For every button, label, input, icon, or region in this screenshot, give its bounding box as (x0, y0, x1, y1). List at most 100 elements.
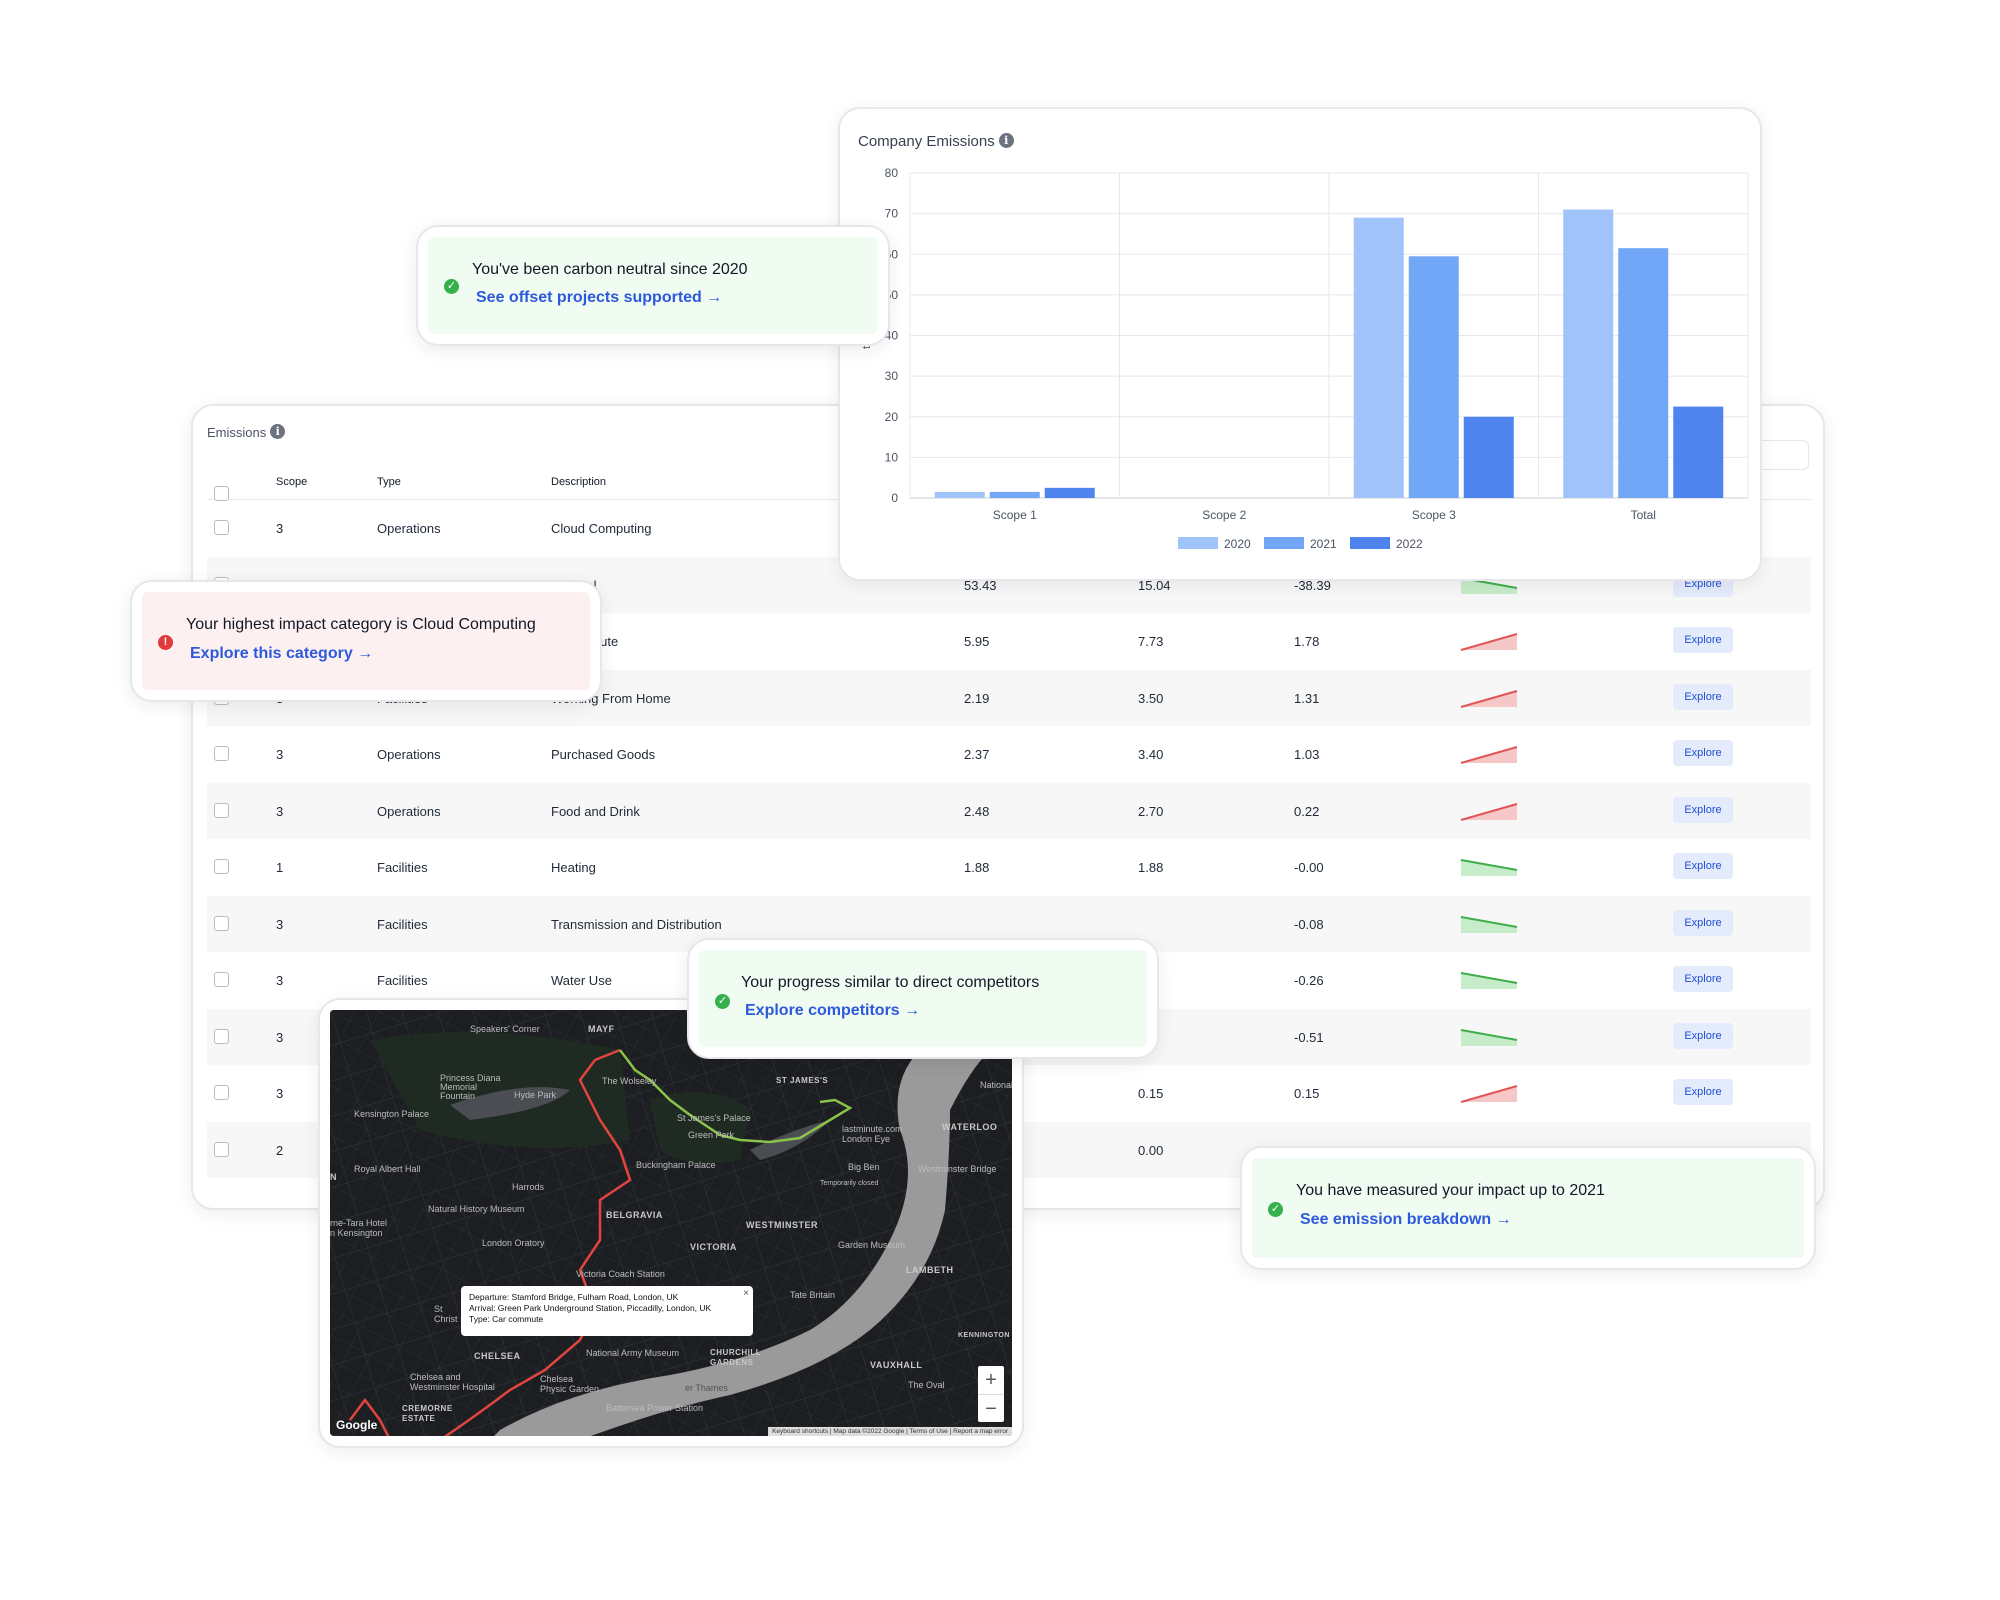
map-label: Chelsea and Westminster Hospital (410, 1372, 495, 1392)
zoom-out-button[interactable]: − (978, 1394, 1004, 1422)
popup-arrival: Arrival: Green Park Underground Station,… (469, 1303, 712, 1313)
trend-sparkline (1460, 915, 1518, 933)
map-label: CHELSEA (474, 1351, 521, 1361)
explore-competitors-link[interactable]: Explore competitors → (745, 1002, 920, 1020)
cell-description: Purchased Goods (551, 747, 656, 762)
bar-total-2022 (1673, 406, 1724, 498)
cell-description: Water Use (551, 973, 612, 988)
cell-description: Heating (551, 860, 596, 875)
map-label: Natural History Museum (428, 1204, 525, 1214)
cell-scope: 3 (276, 973, 284, 988)
row-checkbox[interactable] (214, 915, 229, 931)
notification-title: You have measured your impact up to 2021 (1296, 1182, 1605, 1199)
map-label: CREMORNE ESTATE (402, 1404, 453, 1423)
close-icon[interactable]: × (743, 1288, 749, 1299)
map-label: London Oratory (482, 1238, 545, 1248)
cell-value-2020: 2.48 (964, 803, 990, 819)
cell-value-2020: 1.88 (964, 860, 990, 875)
notification-measured-impact: ✓ You have measured your impact up to 20… (1240, 1146, 1816, 1270)
map-label: Hyde Park (514, 1090, 557, 1100)
row-checkbox[interactable] (214, 802, 229, 818)
cell-value-change: -0.26 (1294, 973, 1324, 988)
trend-sparkline (1460, 802, 1518, 821)
popup-type: Type: Car commute (469, 1314, 544, 1324)
cell-scope: 3 (276, 803, 284, 819)
bar-total-2021 (1618, 248, 1669, 498)
cell-description: Transmission and Distribution (551, 916, 722, 932)
explore-button[interactable]: Explore (1673, 1022, 1733, 1049)
notification-highest-impact: ! Your highest impact category is Cloud … (130, 580, 602, 702)
map-label: VICTORIA (690, 1242, 737, 1252)
info-icon[interactable]: i (998, 133, 1014, 148)
cell-type: Facilities (377, 860, 428, 875)
row-checkbox[interactable] (214, 859, 229, 874)
table-row[interactable]: 1 Facilities Heating 1.88 1.88 -0.00 Explore (207, 839, 1811, 895)
bar-scope-3-2021 (1408, 256, 1459, 498)
column-header-scope[interactable]: Scope (276, 476, 307, 488)
zoom-in-button[interactable]: + (978, 1366, 1004, 1394)
explore-button[interactable]: Explore (1673, 796, 1733, 823)
notification-competitor-progress: ✓ Your progress similar to direct compet… (687, 938, 1159, 1059)
cell-value-change: -0.51 (1294, 1029, 1324, 1045)
emission-breakdown-link[interactable]: See emission breakdown → (1300, 1211, 1512, 1229)
notification-body: ✓ You've been carbon neutral since 2020 … (428, 237, 878, 334)
bar-scope-1-2022 (1044, 487, 1095, 498)
column-header-description[interactable]: Description (551, 476, 606, 488)
map-label: The Oval (908, 1380, 945, 1390)
map-label: CHURCHILL GARDENS (710, 1348, 762, 1367)
cell-value-change: 1.31 (1294, 690, 1320, 706)
trend-sparkline (1460, 1028, 1518, 1046)
cell-value-2021: 0.15 (1138, 1086, 1164, 1101)
map-attribution[interactable]: Keyboard shortcuts | Map data ©2022 Goog… (768, 1427, 1012, 1436)
cell-value-2021: 1.88 (1138, 860, 1164, 875)
x-tick-label: Total (1631, 508, 1656, 522)
row-checkbox[interactable] (214, 1028, 229, 1044)
map-label: Big Ben (848, 1162, 880, 1172)
map-label: Garden Museum (838, 1240, 906, 1250)
cell-scope: 3 (276, 1086, 284, 1101)
map-label: Princess Diana Memorial Fountain (440, 1073, 501, 1101)
company-emissions-chart: 01020304050607080t(Scope 1Scope 2Scope 3… (861, 166, 1749, 551)
map-label: er Thames (685, 1383, 728, 1393)
explore-button[interactable]: Explore (1673, 909, 1733, 936)
explore-button[interactable]: Explore (1673, 853, 1733, 879)
table-row[interactable]: 3 Operations Food and Drink 2.48 2.70 0.22 Exp… (207, 782, 1811, 839)
cell-type: Operations (377, 803, 441, 819)
select-all-checkbox[interactable] (214, 486, 229, 501)
explore-button[interactable]: Explore (1673, 740, 1733, 766)
explore-button[interactable]: Explore (1673, 683, 1733, 710)
row-checkbox[interactable] (214, 972, 229, 987)
map-label: Westminster Bridge (918, 1164, 997, 1174)
alert-circle-icon: ! (158, 635, 173, 650)
y-tick-label: 70 (885, 207, 899, 221)
cell-value-2021: 7.73 (1138, 634, 1164, 649)
row-checkbox[interactable] (214, 1085, 229, 1100)
table-row[interactable]: 3 Operations Purchased Goods 2.37 3.40 1.03 Ex… (207, 726, 1811, 782)
cell-value-change: 1.78 (1294, 634, 1320, 649)
map-label: Buckingham Palace (636, 1160, 716, 1170)
legend-label: 2020 (1224, 537, 1251, 551)
map-label: WATERLOO (942, 1122, 998, 1132)
cell-scope: 3 (276, 1029, 284, 1045)
explore-button[interactable]: Explore (1673, 966, 1733, 992)
cell-type: Facilities (377, 973, 428, 988)
explore-button[interactable]: Explore (1673, 627, 1733, 653)
column-header-type[interactable]: Type (377, 476, 401, 488)
row-checkbox[interactable] (214, 746, 229, 761)
map-label: National T (980, 1080, 1012, 1090)
y-tick-label: 0 (891, 491, 898, 505)
explore-button[interactable]: Explore (1673, 1079, 1733, 1105)
legend-label: 2022 (1396, 537, 1423, 551)
map-label: St James's Palace (677, 1113, 751, 1123)
info-icon[interactable]: i (270, 424, 286, 439)
commute-map[interactable]: Speakers' Corner MAYF Princess Diana Mem… (330, 1010, 1012, 1436)
offset-projects-link[interactable]: See offset projects supported → (476, 289, 722, 307)
cell-value-2021: 0.00 (1138, 1142, 1164, 1158)
map-label: lastminute.com London Eye (842, 1124, 903, 1144)
trend-sparkline (1460, 633, 1518, 651)
explore-category-link[interactable]: Explore this category → (190, 645, 373, 663)
row-checkbox[interactable] (214, 1141, 229, 1157)
map-label: St Christ (434, 1304, 458, 1324)
row-checkbox[interactable] (214, 520, 229, 535)
trend-sparkline (1460, 972, 1518, 989)
